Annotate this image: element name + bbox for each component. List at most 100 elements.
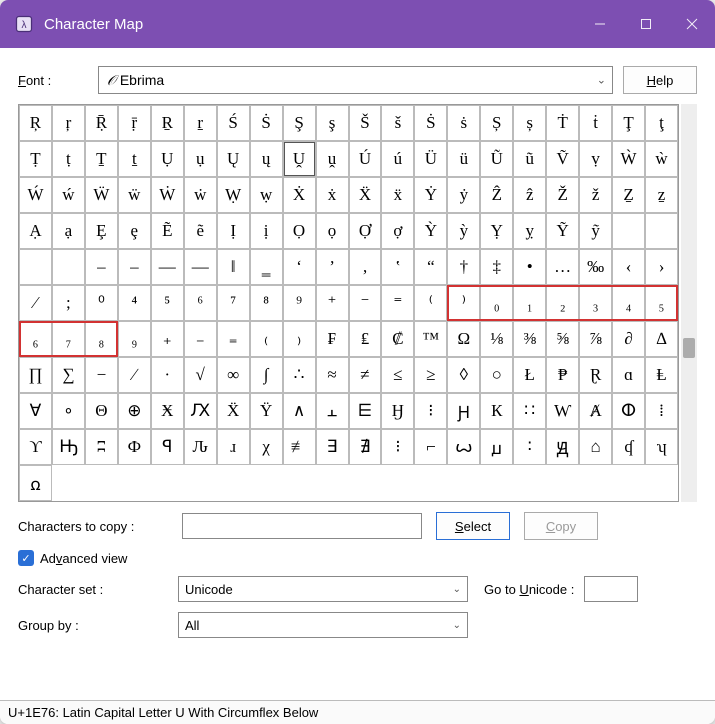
- scrollbar[interactable]: [681, 104, 697, 502]
- char-cell[interactable]: ‹: [612, 249, 645, 285]
- char-cell[interactable]: ⅝: [546, 321, 579, 357]
- char-cell[interactable]: ₇: [52, 321, 85, 357]
- char-cell[interactable]: ợ: [381, 213, 414, 249]
- char-cell[interactable]: ϒ: [19, 429, 52, 465]
- char-cell[interactable]: ∙: [151, 357, 184, 393]
- char-cell[interactable]: ɹ: [217, 429, 250, 465]
- char-cell[interactable]: Ṟ: [151, 105, 184, 141]
- char-cell[interactable]: ≥: [414, 357, 447, 393]
- char-cell[interactable]: Ԉ: [184, 429, 217, 465]
- char-cell[interactable]: Ž: [546, 177, 579, 213]
- char-cell[interactable]: ü: [447, 141, 480, 177]
- char-cell[interactable]: Ẑ: [480, 177, 513, 213]
- char-cell[interactable]: ’: [316, 249, 349, 285]
- char-cell[interactable]: Ṝ: [85, 105, 118, 141]
- char-cell[interactable]: ‰: [579, 249, 612, 285]
- char-cell[interactable]: ∫: [250, 357, 283, 393]
- char-cell[interactable]: ʭ: [85, 429, 118, 465]
- char-cell[interactable]: ꙡ: [480, 429, 513, 465]
- char-cell[interactable]: ₍: [250, 321, 283, 357]
- char-cell[interactable]: ‒: [85, 249, 118, 285]
- char-cell[interactable]: ;: [52, 285, 85, 321]
- char-cell[interactable]: ₣: [316, 321, 349, 357]
- char-cell[interactable]: ạ: [52, 213, 85, 249]
- copy-button[interactable]: Copy: [524, 512, 598, 540]
- char-cell[interactable]: ⁝: [381, 429, 414, 465]
- char-cell[interactable]: Ṽ: [546, 141, 579, 177]
- char-cell[interactable]: ∄: [349, 429, 382, 465]
- groupby-select[interactable]: All ⌄: [178, 612, 468, 638]
- char-cell[interactable]: [19, 249, 52, 285]
- char-cell[interactable]: Ŗ: [19, 105, 52, 141]
- char-cell[interactable]: Ȩ: [85, 213, 118, 249]
- minimize-button[interactable]: [577, 0, 623, 48]
- char-cell[interactable]: Ẉ: [217, 177, 250, 213]
- char-cell[interactable]: Ẽ: [151, 213, 184, 249]
- char-cell[interactable]: ≢: [283, 429, 316, 465]
- char-cell[interactable]: ‖: [217, 249, 250, 285]
- char-cell[interactable]: Ẍ: [217, 393, 250, 429]
- char-cell[interactable]: ⁵: [151, 285, 184, 321]
- char-cell[interactable]: š: [381, 105, 414, 141]
- char-cell[interactable]: ş: [316, 105, 349, 141]
- char-cell[interactable]: Ṷ: [283, 141, 316, 177]
- char-cell[interactable]: ų: [250, 141, 283, 177]
- char-cell[interactable]: “: [414, 249, 447, 285]
- char-cell[interactable]: Ṯ: [85, 141, 118, 177]
- char-cell[interactable]: ∘: [52, 393, 85, 429]
- char-cell[interactable]: ṫ: [579, 105, 612, 141]
- char-cell[interactable]: Ș: [480, 105, 513, 141]
- char-cell[interactable]: ɑ: [612, 357, 645, 393]
- char-cell[interactable]: Ẋ: [283, 177, 316, 213]
- char-cell[interactable]: Ẏ: [414, 177, 447, 213]
- char-cell[interactable]: Ԕ: [184, 393, 217, 429]
- char-cell[interactable]: ţ: [645, 105, 678, 141]
- char-cell[interactable]: ȩ: [118, 213, 151, 249]
- char-cell[interactable]: Ś: [217, 105, 250, 141]
- char-cell[interactable]: Ỵ: [480, 213, 513, 249]
- char-cell[interactable]: Ẇ: [151, 177, 184, 213]
- char-cell[interactable]: ṝ: [118, 105, 151, 141]
- char-cell[interactable]: ⁼: [381, 285, 414, 321]
- char-cell[interactable]: Š: [349, 105, 382, 141]
- char-cell[interactable]: Ⱡ: [645, 357, 678, 393]
- char-cell[interactable]: ―: [184, 249, 217, 285]
- char-cell[interactable]: Ӿ: [151, 393, 184, 429]
- char-cell[interactable]: ₤: [349, 321, 382, 357]
- char-cell[interactable]: ₡: [381, 321, 414, 357]
- char-cell[interactable]: Ԣ: [52, 429, 85, 465]
- char-cell[interactable]: ũ: [513, 141, 546, 177]
- char-cell[interactable]: Ṭ: [19, 141, 52, 177]
- char-cell[interactable]: Ợ: [349, 213, 382, 249]
- char-cell[interactable]: Ẕ: [612, 177, 645, 213]
- char-cell[interactable]: ⅛: [480, 321, 513, 357]
- char-cell[interactable]: ỹ: [579, 213, 612, 249]
- char-cell[interactable]: ₄: [612, 285, 645, 321]
- char-cell[interactable]: †: [447, 249, 480, 285]
- char-cell[interactable]: ₆: [19, 321, 52, 357]
- char-cell[interactable]: ⁺: [316, 285, 349, 321]
- char-cell[interactable]: Ų: [217, 141, 250, 177]
- char-cell[interactable]: ꙍ: [447, 429, 480, 465]
- char-cell[interactable]: ⵀ: [612, 393, 645, 429]
- char-cell[interactable]: Ẃ: [19, 177, 52, 213]
- char-cell[interactable]: ⁾: [447, 285, 480, 321]
- char-cell[interactable]: ꟼ: [151, 429, 184, 465]
- char-cell[interactable]: ₋: [184, 321, 217, 357]
- char-cell[interactable]: Ü: [414, 141, 447, 177]
- char-cell[interactable]: Ṡ: [250, 105, 283, 141]
- help-button[interactable]: Help: [623, 66, 697, 94]
- char-cell[interactable]: ŗ: [52, 105, 85, 141]
- char-cell[interactable]: ṿ: [579, 141, 612, 177]
- char-cell[interactable]: Ţ: [612, 105, 645, 141]
- char-cell[interactable]: ₃: [579, 285, 612, 321]
- char-cell[interactable]: •: [513, 249, 546, 285]
- char-cell[interactable]: ∂: [612, 321, 645, 357]
- char-cell[interactable]: ‗: [250, 249, 283, 285]
- char-cell[interactable]: Ɽ: [579, 357, 612, 393]
- char-cell[interactable]: ∑: [52, 357, 85, 393]
- char-cell[interactable]: ≈: [316, 357, 349, 393]
- goto-unicode-input[interactable]: [584, 576, 638, 602]
- font-select[interactable]: 𝒪 Ebrima ⌄: [98, 66, 613, 94]
- maximize-button[interactable]: [623, 0, 669, 48]
